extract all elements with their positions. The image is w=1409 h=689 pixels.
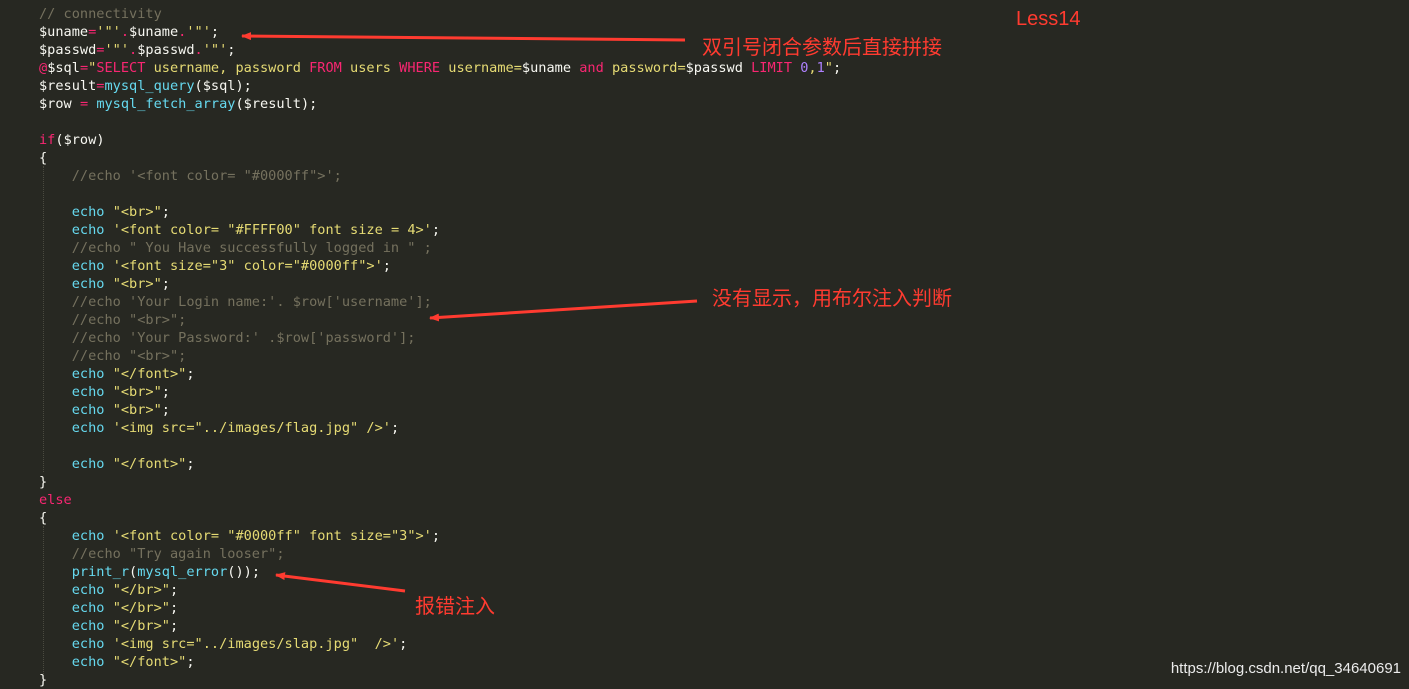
arrow-to-print-error [275,572,406,593]
watermark: https://blog.csdn.net/qq_34640691 [1170,660,1401,677]
annotation-arrows [241,32,698,593]
arrow-to-uname-line [241,32,686,42]
arrow-to-commented-echo [429,299,698,322]
